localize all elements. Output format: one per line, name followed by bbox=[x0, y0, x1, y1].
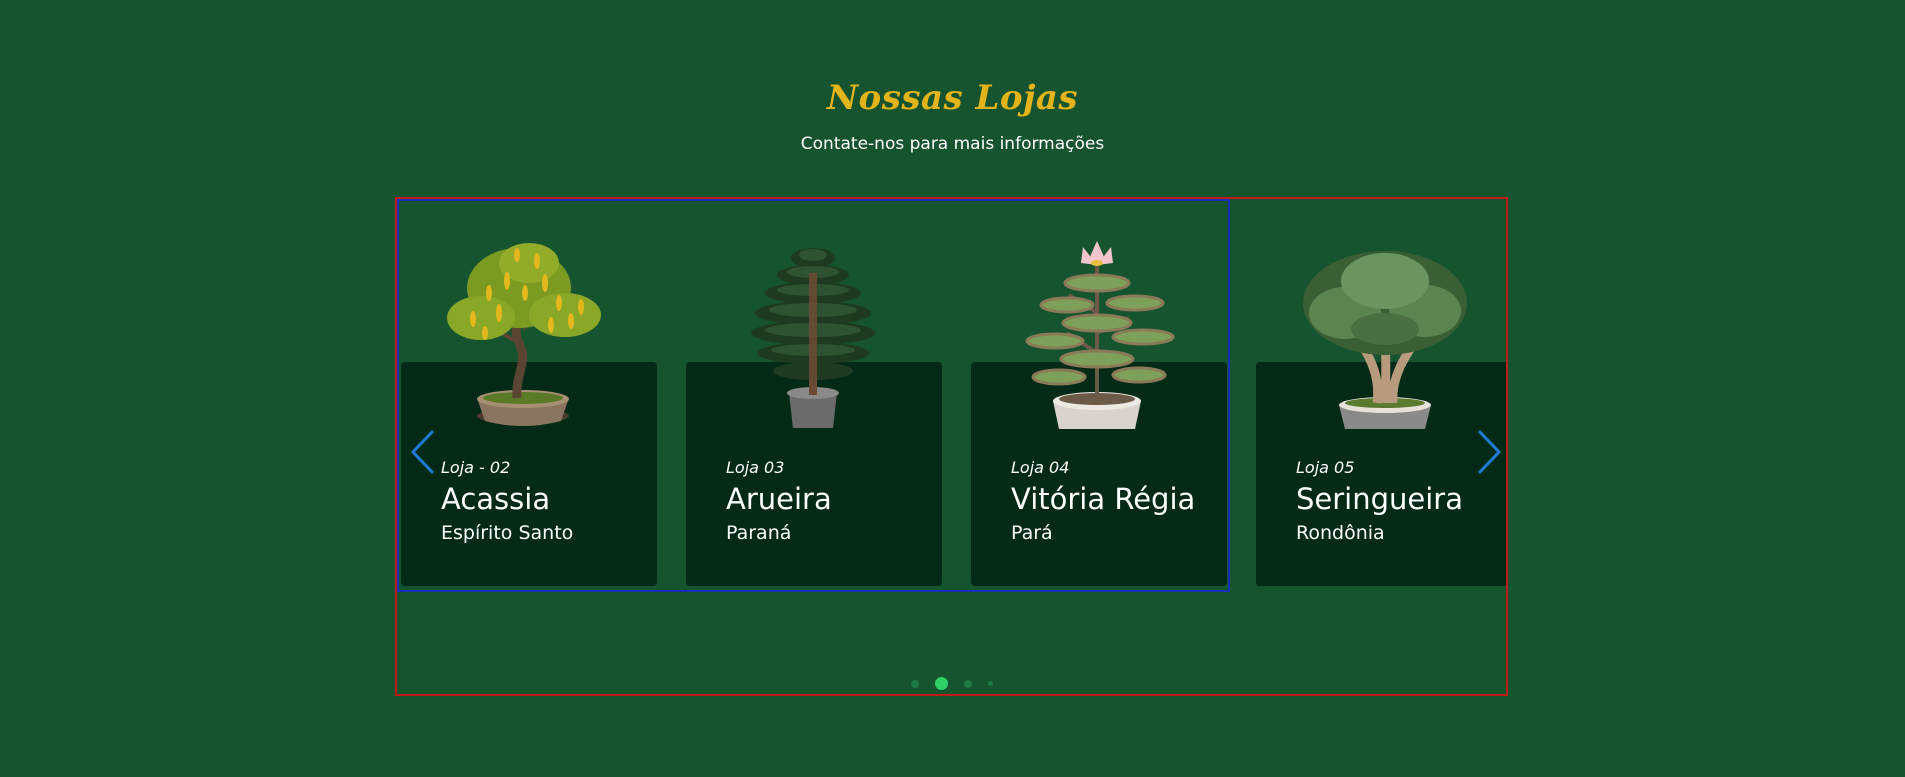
store-number: Loja 03 bbox=[726, 458, 785, 477]
section-subtitle: Contate-nos para mais informações bbox=[800, 134, 1105, 154]
carousel-pagination bbox=[397, 677, 1506, 690]
pagination-dot[interactable] bbox=[987, 681, 993, 686]
store-state: Rondônia bbox=[1296, 522, 1385, 544]
pagination-dot[interactable] bbox=[910, 679, 919, 688]
carousel-prev-button[interactable] bbox=[407, 427, 441, 477]
store-name: Acassia bbox=[441, 482, 551, 516]
store-number: Loja - 02 bbox=[441, 458, 511, 477]
store-state: Paraná bbox=[726, 522, 792, 544]
pagination-dot[interactable] bbox=[963, 679, 972, 688]
water-lily-tower-icon bbox=[1025, 241, 1175, 429]
store-name: Vitória Régia bbox=[1011, 482, 1196, 516]
store-state: Pará bbox=[1011, 522, 1053, 544]
store-name: Arueira bbox=[726, 482, 832, 516]
acacia-bonsai-icon bbox=[447, 243, 601, 426]
section-title: Nossas Lojas bbox=[826, 78, 1079, 118]
store-number: Loja 05 bbox=[1296, 458, 1355, 477]
carousel-next-button[interactable] bbox=[1471, 427, 1505, 477]
araucaria-bonsai-icon bbox=[751, 248, 875, 428]
pagination-dot-active[interactable] bbox=[934, 677, 948, 690]
stores-carousel: Loja - 02 Acassia Espírito Santo Loja 03… bbox=[395, 197, 1508, 696]
store-number: Loja 04 bbox=[1011, 458, 1070, 477]
rubber-tree-bonsai-icon bbox=[1303, 251, 1467, 429]
store-state: Espírito Santo bbox=[441, 522, 574, 544]
store-name: Seringueira bbox=[1296, 482, 1463, 516]
